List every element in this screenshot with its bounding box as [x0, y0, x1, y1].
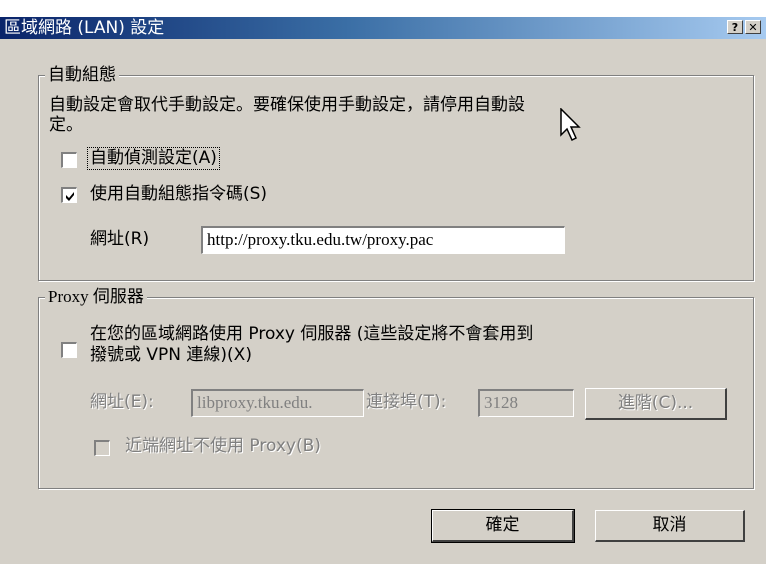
- lan-settings-dialog: 區域網路 (LAN) 設定 ? ✕ 自動組態 自動設定會取代手動設定。要確保使用…: [0, 17, 766, 564]
- use-script-label[interactable]: 使用自動組態指令碼(S): [90, 184, 267, 205]
- use-proxy-label-line2[interactable]: 撥號或 VPN 連線)(X): [90, 345, 252, 366]
- bypass-local-label[interactable]: 近端網址不使用 Proxy(B): [125, 436, 321, 457]
- proxy-address-label: 網址(E):: [90, 392, 154, 412]
- advanced-button[interactable]: 進階(C)...: [585, 388, 727, 420]
- auto-detect-checkbox[interactable]: [61, 152, 77, 168]
- auto-config-description-line1: 自動設定會取代手動設定。要確保使用手動設定，請停用自動設: [49, 95, 525, 115]
- proxy-port-label: 連接埠(T):: [366, 392, 447, 412]
- auto-config-description-line2: 定。: [49, 115, 83, 135]
- proxy-address-input[interactable]: libproxy.tku.edu.: [191, 389, 364, 417]
- help-button[interactable]: ?: [727, 20, 743, 34]
- proxy-server-group-label: Proxy 伺服器: [45, 287, 147, 307]
- script-address-label: 網址(R): [90, 229, 150, 249]
- use-script-checkbox[interactable]: [61, 187, 77, 203]
- use-proxy-checkbox[interactable]: [61, 342, 77, 358]
- auto-detect-label[interactable]: 自動偵測設定(A): [87, 147, 220, 170]
- auto-config-group-label: 自動組態: [45, 65, 119, 85]
- ok-button[interactable]: 確定: [431, 509, 575, 543]
- window-title: 區域網路 (LAN) 設定: [4, 18, 165, 38]
- use-proxy-label-line1[interactable]: 在您的區域網路使用 Proxy 伺服器 (這些設定將不會套用到: [90, 324, 533, 345]
- background-strip: [0, 0, 766, 17]
- proxy-port-input[interactable]: 3128: [478, 389, 574, 417]
- mouse-cursor-icon: [560, 108, 581, 142]
- close-button[interactable]: ✕: [745, 20, 761, 34]
- cancel-button[interactable]: 取消: [595, 510, 745, 542]
- title-bar[interactable]: 區域網路 (LAN) 設定 ? ✕: [0, 17, 766, 39]
- checkmark-icon: [66, 192, 74, 201]
- script-address-input[interactable]: http://proxy.tku.edu.tw/proxy.pac: [201, 226, 565, 254]
- bypass-local-checkbox[interactable]: [94, 440, 110, 456]
